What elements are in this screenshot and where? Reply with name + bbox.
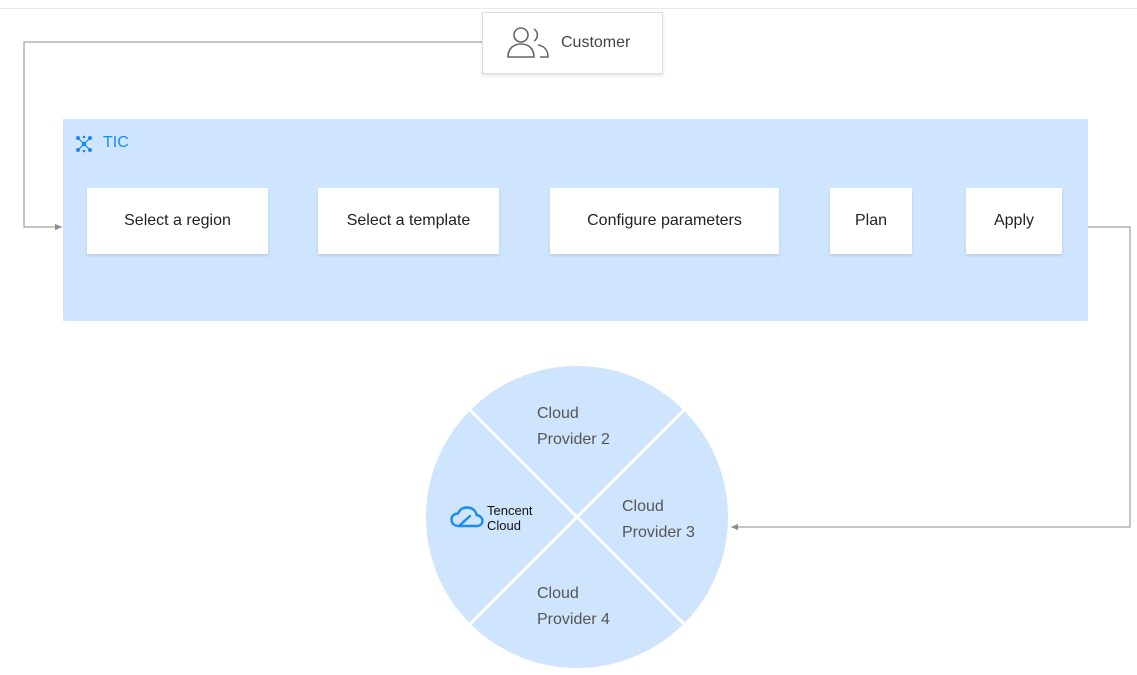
provider-3-line2: Provider 3 <box>622 524 695 541</box>
provider-4-line1: Cloud <box>537 585 579 602</box>
tic-label: TIC <box>103 134 129 151</box>
step-label: Configure parameters <box>587 212 742 229</box>
provider-2-line2: Provider 2 <box>537 431 610 448</box>
architecture-diagram: Customer TIC Select a region Select a te… <box>0 0 1137 675</box>
tencent-cloud-label: Tencent Cloud <box>487 503 533 533</box>
customer-node: Customer <box>482 12 663 74</box>
step-label: Plan <box>854 212 888 229</box>
tic-panel: TIC Select a region Select a template Co… <box>63 119 1088 321</box>
tencent-cloud-logo-icon <box>450 506 484 528</box>
step-configure-parameters: Configure parameters <box>550 188 779 254</box>
step-select-template: Select a template <box>318 188 499 254</box>
provider-2-line1: Cloud <box>537 405 579 422</box>
step-label: Select a region <box>124 212 231 229</box>
provider-3-label: Cloud Provider 3 <box>622 494 695 546</box>
provider-3-line1: Cloud <box>622 498 664 515</box>
step-select-region: Select a region <box>87 188 268 254</box>
tic-logo-icon <box>76 135 92 153</box>
customer-label: Customer <box>561 34 631 51</box>
provider-2-label: Cloud Provider 2 <box>537 401 610 453</box>
step-plan: Plan <box>830 188 912 254</box>
tencent-line1: Tencent <box>487 503 533 518</box>
provider-4-label: Cloud Provider 4 <box>537 581 610 633</box>
step-label: Select a template <box>346 212 471 229</box>
provider-4-line2: Provider 4 <box>537 611 610 628</box>
tencent-line2: Cloud <box>487 518 521 533</box>
step-apply: Apply <box>966 188 1062 254</box>
step-label: Apply <box>993 212 1035 229</box>
users-icon <box>507 27 549 58</box>
